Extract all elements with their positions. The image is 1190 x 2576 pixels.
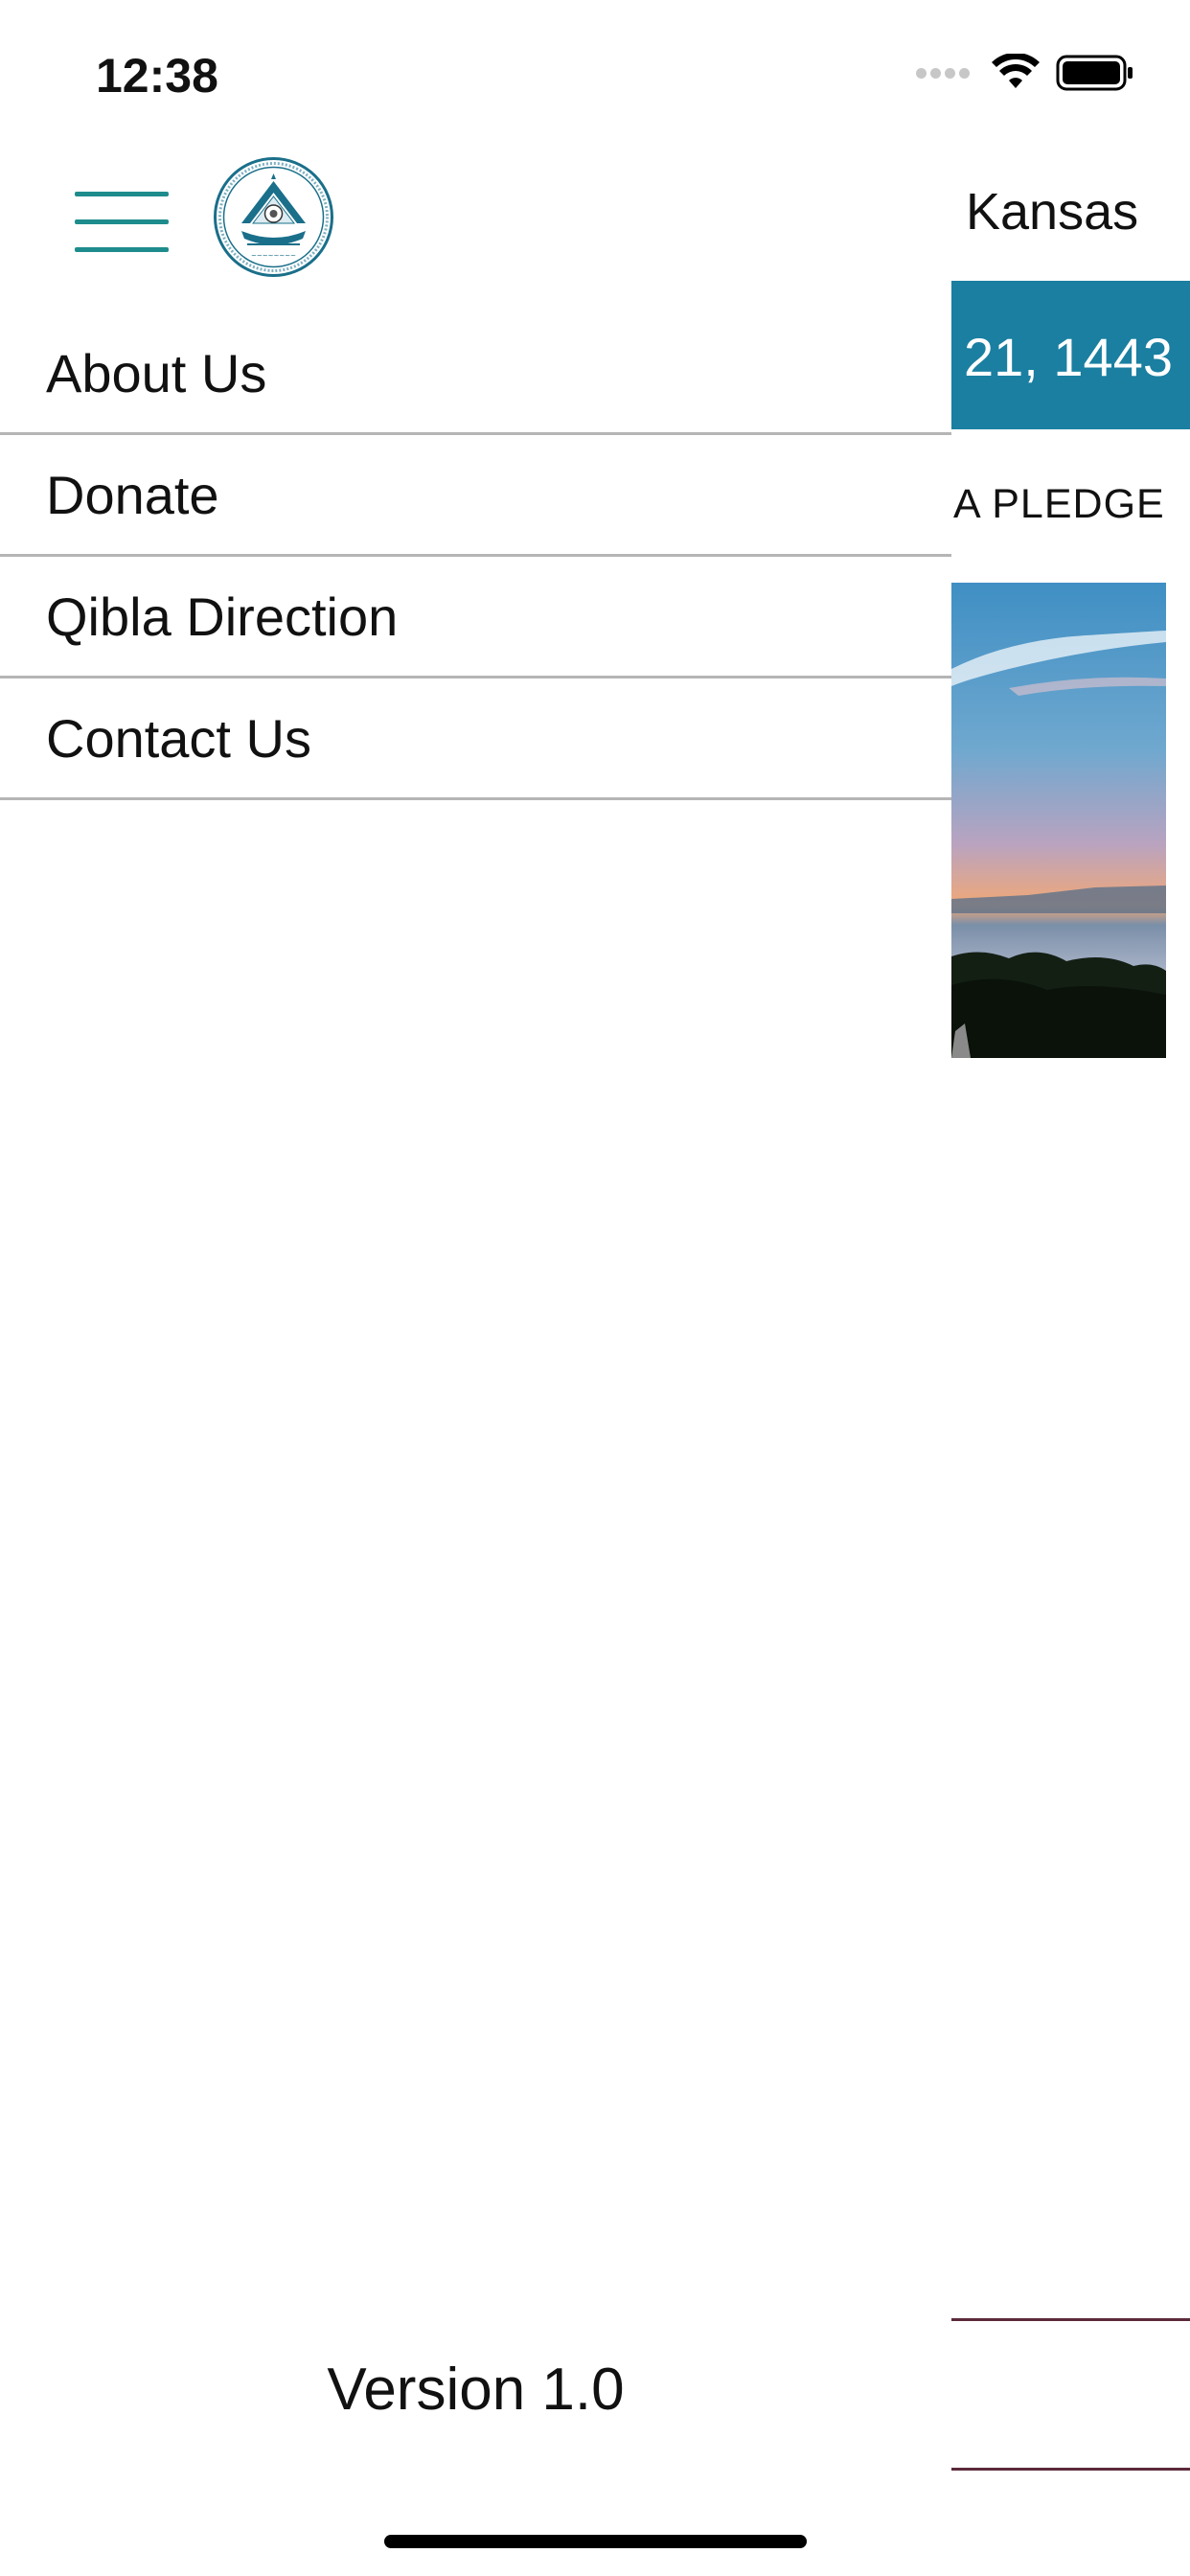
side-drawer: ~~~~~~~~ About Us Donate Qibla Direction… xyxy=(0,0,951,2576)
menu-item-label: Donate xyxy=(46,465,219,525)
battery-icon xyxy=(1056,55,1133,91)
drawer-menu: About Us Donate Qibla Direction Contact … xyxy=(0,313,951,800)
menu-item-donate[interactable]: Donate xyxy=(0,435,951,557)
menu-item-about-us[interactable]: About Us xyxy=(0,313,951,435)
hamburger-menu-icon[interactable] xyxy=(75,192,169,253)
status-icons xyxy=(916,54,1134,92)
menu-item-qibla-direction[interactable]: Qibla Direction xyxy=(0,557,951,678)
status-time: 12:38 xyxy=(96,49,218,103)
mosque-logo-icon: ~~~~~~~~ xyxy=(213,156,334,278)
menu-item-contact-us[interactable]: Contact Us xyxy=(0,678,951,800)
sunset-lake-photo[interactable] xyxy=(951,583,1166,1058)
version-label: Version 1.0 xyxy=(327,2357,625,2423)
cellular-signal-icon xyxy=(916,67,973,79)
hijri-date-text: 21, 1443 xyxy=(964,327,1173,387)
pledge-banner-text[interactable]: A PLEDGE xyxy=(953,481,1165,528)
menu-item-label: Qibla Direction xyxy=(46,586,399,647)
menu-item-label: About Us xyxy=(46,343,267,403)
divider-line xyxy=(951,2468,1190,2471)
wifi-icon xyxy=(992,54,1040,88)
svg-text:~~~~~~~~: ~~~~~~~~ xyxy=(251,252,296,260)
home-indicator[interactable] xyxy=(384,2535,807,2548)
menu-item-label: Contact Us xyxy=(46,708,311,769)
divider-line xyxy=(951,2318,1190,2321)
location-label[interactable]: Kansas xyxy=(966,182,1138,242)
status-bar: 12:38 xyxy=(0,0,1190,144)
